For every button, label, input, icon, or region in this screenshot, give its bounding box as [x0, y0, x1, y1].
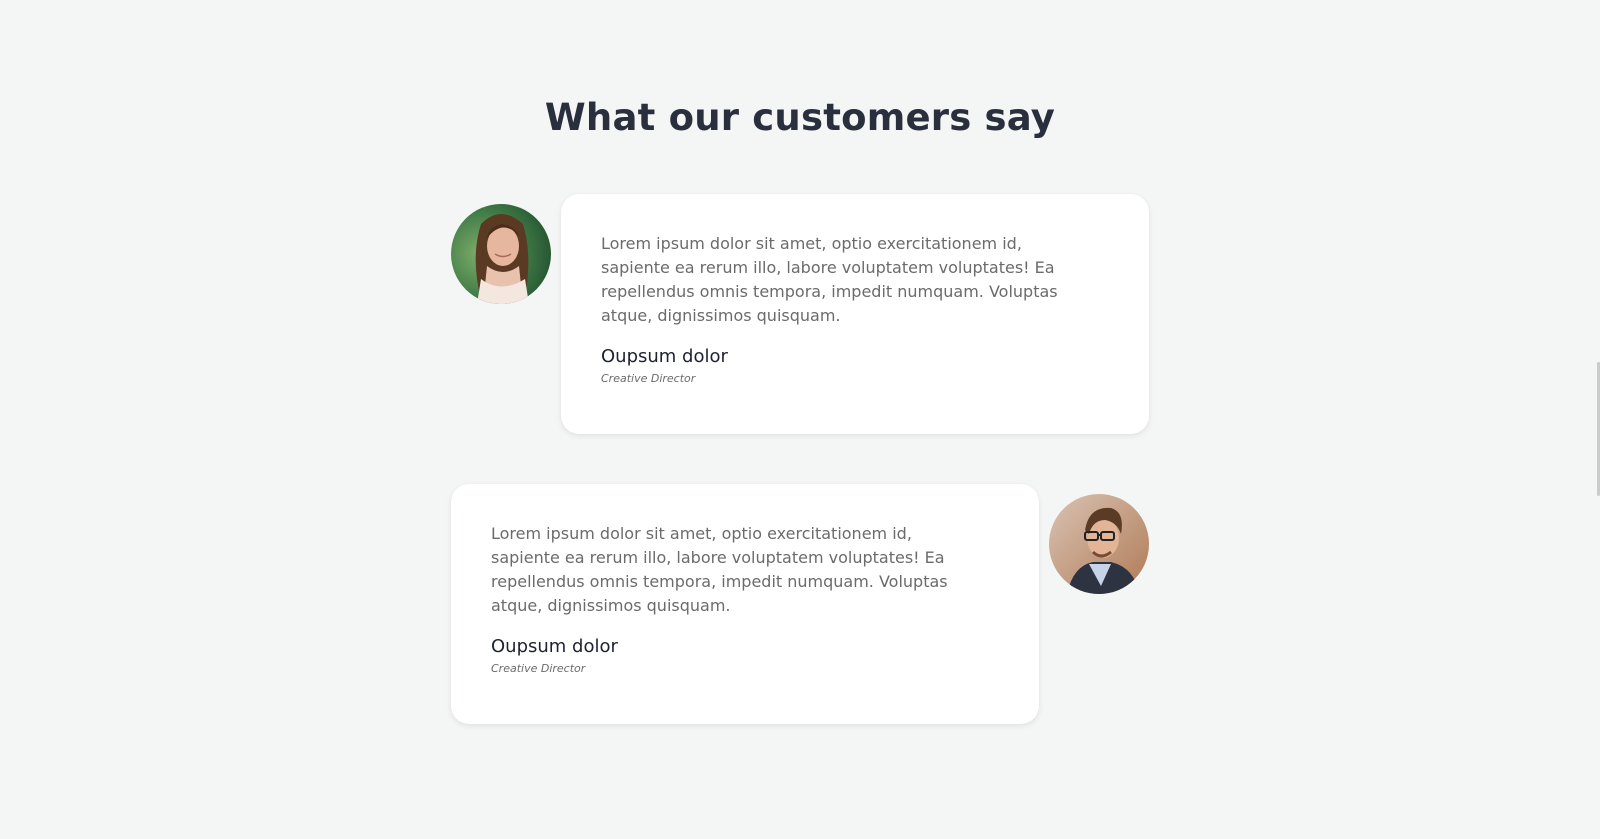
man-portrait-icon [1049, 494, 1149, 594]
testimonial-author-role: Creative Director [491, 662, 586, 675]
avatar-man-portrait [1049, 494, 1149, 594]
avatar-woman-portrait [451, 204, 551, 304]
testimonial-card: Lorem ipsum dolor sit amet, optio exerci… [561, 194, 1149, 434]
testimonial-quote: Lorem ipsum dolor sit amet, optio exerci… [491, 524, 948, 615]
testimonials-page: What our customers say Lorem ipsum dolor… [0, 0, 1600, 839]
testimonial-author-name: Oupsum dolor [491, 636, 618, 657]
testimonial-author-role: Creative Director [601, 372, 696, 385]
testimonial-card: Lorem ipsum dolor sit amet, optio exerci… [451, 484, 1039, 724]
woman-portrait-icon [451, 204, 551, 304]
testimonial-quote: Lorem ipsum dolor sit amet, optio exerci… [601, 234, 1058, 325]
testimonial-author-name: Oupsum dolor [601, 346, 728, 367]
section-title: What our customers say [544, 96, 1056, 139]
